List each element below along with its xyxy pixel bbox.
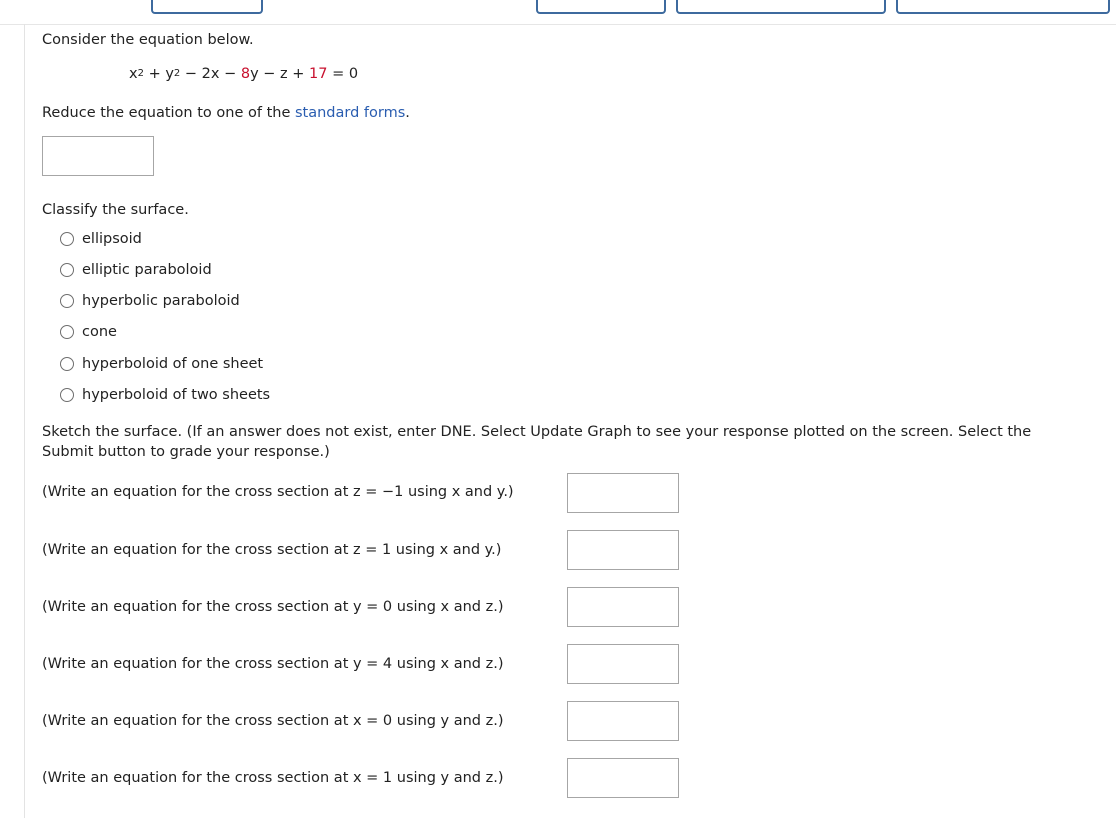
option-label-hyperboloid-two-sheets: hyperboloid of two sheets	[82, 387, 271, 403]
equation: x2 + y2 − 2x − 8y − z + 17 = 0	[129, 66, 358, 82]
option-label-ellipsoid: ellipsoid	[82, 231, 142, 247]
toolbar-button-2[interactable]	[536, 0, 666, 14]
radio-cone[interactable]	[60, 325, 74, 339]
radio-ellipsoid[interactable]	[60, 232, 74, 246]
radio-hyperboloid-two-sheets[interactable]	[60, 388, 74, 402]
eq-exp-y: 2	[173, 68, 181, 79]
reduce-suffix: .	[405, 105, 410, 121]
option-cone[interactable]: cone	[60, 322, 117, 342]
cross-section-prompt-2: (Write an equation for the cross section…	[42, 542, 502, 558]
radio-hyperbolic-paraboloid[interactable]	[60, 294, 74, 308]
sketch-instructions: Sketch the surface. (If an answer does n…	[42, 424, 1032, 460]
toolbar-button-1[interactable]	[151, 0, 263, 14]
option-label-elliptic-paraboloid: elliptic paraboloid	[82, 262, 212, 278]
eq-exp-x: 2	[137, 68, 144, 79]
radio-hyperboloid-one-sheet[interactable]	[60, 357, 74, 371]
classify-label: Classify the surface.	[42, 202, 189, 218]
content-left-border	[24, 24, 25, 818]
option-hyperboloid-one-sheet[interactable]: hyperboloid of one sheet	[60, 354, 263, 374]
reduce-instruction: Reduce the equation to one of the standa…	[42, 105, 410, 121]
toolbar-button-4[interactable]	[896, 0, 1110, 14]
option-label-hyperboloid-one-sheet: hyperboloid of one sheet	[82, 356, 264, 372]
question-intro: Consider the equation below.	[42, 32, 254, 48]
option-elliptic-paraboloid[interactable]: elliptic paraboloid	[60, 260, 212, 280]
option-label-cone: cone	[82, 324, 117, 340]
top-toolbar	[0, 0, 1116, 25]
eq-coefficient-y: 8	[240, 66, 251, 82]
cross-section-input-4[interactable]	[567, 644, 679, 684]
eq-x: x	[129, 66, 138, 82]
radio-elliptic-paraboloid[interactable]	[60, 263, 74, 277]
reduce-prefix: Reduce the equation to one of the	[42, 105, 295, 121]
cross-section-input-6[interactable]	[567, 758, 679, 798]
standard-form-input[interactable]	[42, 136, 154, 176]
cross-section-prompt-6: (Write an equation for the cross section…	[42, 770, 504, 786]
eq-y-z: y − z +	[250, 66, 310, 82]
standard-forms-link[interactable]: standard forms	[295, 105, 405, 121]
cross-section-input-5[interactable]	[567, 701, 679, 741]
cross-section-prompt-5: (Write an equation for the cross section…	[42, 713, 504, 729]
cross-section-prompt-3: (Write an equation for the cross section…	[42, 599, 504, 615]
cross-section-input-2[interactable]	[567, 530, 679, 570]
eq-rhs: = 0	[327, 66, 359, 82]
cross-section-input-1[interactable]	[567, 473, 679, 513]
eq-y: + y	[143, 66, 174, 82]
toolbar-button-3[interactable]	[676, 0, 886, 14]
option-label-hyperbolic-paraboloid: hyperbolic paraboloid	[82, 293, 240, 309]
eq-constant: 17	[309, 66, 328, 82]
cross-section-prompt-1: (Write an equation for the cross section…	[42, 484, 514, 500]
cross-section-prompt-4: (Write an equation for the cross section…	[42, 656, 504, 672]
option-hyperboloid-two-sheets[interactable]: hyperboloid of two sheets	[60, 385, 270, 405]
cross-section-input-3[interactable]	[567, 587, 679, 627]
option-ellipsoid[interactable]: ellipsoid	[60, 229, 142, 249]
eq-middle: − 2x −	[180, 66, 241, 82]
option-hyperbolic-paraboloid[interactable]: hyperbolic paraboloid	[60, 291, 240, 311]
